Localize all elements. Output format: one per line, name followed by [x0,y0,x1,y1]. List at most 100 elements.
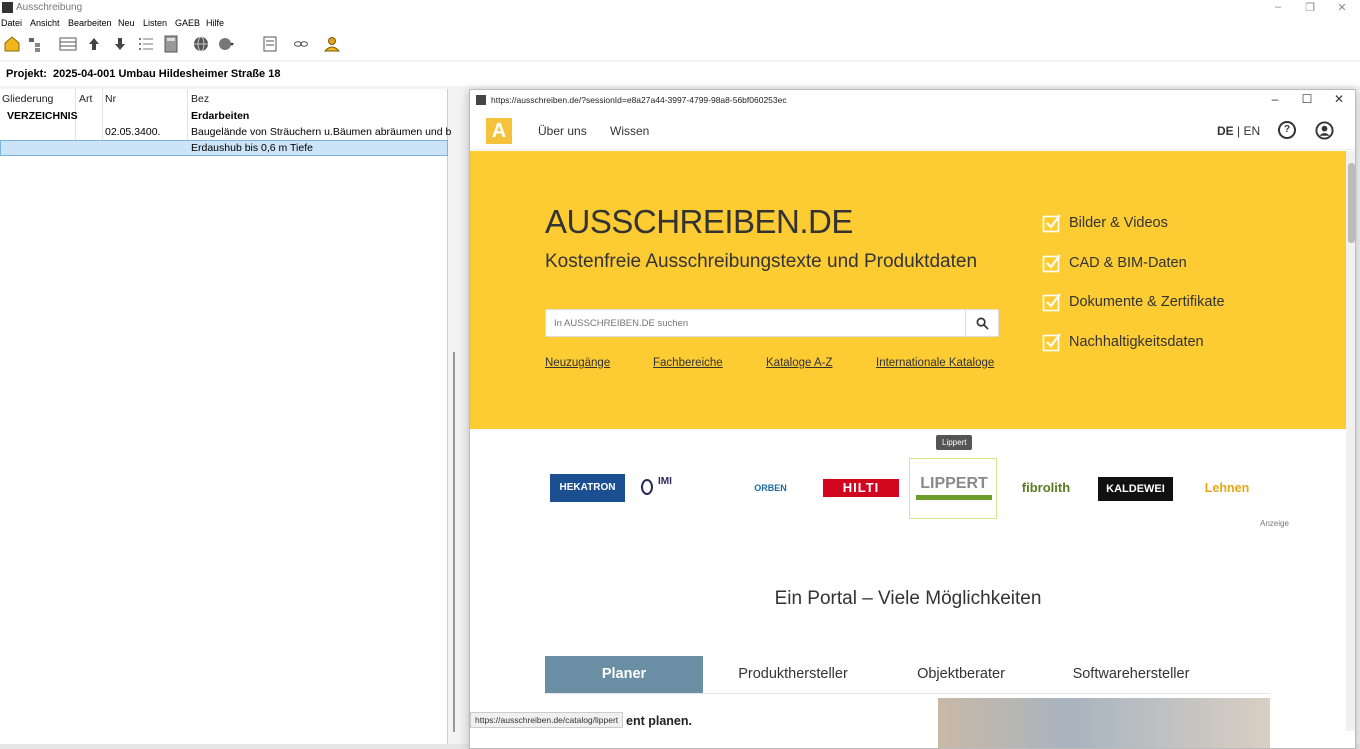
tree-icon[interactable] [26,35,44,53]
site-header: A Über uns Wissen DE | EN ? [470,110,1355,150]
brand-lehnen[interactable]: Lehnen [1192,474,1262,502]
menubar: Datei Ansicht Bearbeiten Neu Listen GAEB… [0,16,1360,30]
checkbox-check-icon [1042,254,1061,273]
popup-scrollbar[interactable] [1346,151,1355,731]
menu-datei[interactable]: Datei [1,18,22,28]
row-nr: 02.05.3400. [105,126,161,138]
globe-icon[interactable] [192,35,210,53]
project-bar: Projekt: 2025-04-001 Umbau Hildesheimer … [0,62,1360,86]
lang-en[interactable]: EN [1243,124,1260,138]
row-bez: Erdaushub bis 0,6 m Tiefe [191,142,313,154]
popup-titlebar: https://ausschreiben.de/?sessionId=e8a27… [470,90,1355,110]
tab-underline [545,693,1270,694]
lang-separator: | [1237,124,1241,138]
brand-kaldewei[interactable]: KALDEWEI [1098,477,1173,501]
restore-icon[interactable]: ❐ [1300,1,1320,14]
menu-listen[interactable]: Listen [143,18,167,28]
project-label: Projekt: [6,68,47,80]
brand-fibrolith[interactable]: fibrolith [1006,474,1086,502]
hero-title-tld: .DE [799,203,853,240]
globe-dropdown-icon[interactable] [217,35,235,53]
link-icon[interactable] [292,35,310,53]
tab-objektberater[interactable]: Objektberater [900,656,1022,693]
popup-url: https://ausschreiben.de/?sessionId=e8a27… [491,95,787,105]
checkbox-check-icon [1042,333,1061,352]
table-row-selected[interactable]: Erdaushub bis 0,6 m Tiefe [0,140,448,156]
link-kataloge-az[interactable]: Kataloge A-Z [766,357,832,369]
link-status-url: https://ausschreiben.de/catalog/lippert [470,712,624,728]
link-fachbereiche[interactable]: Fachbereiche [653,357,723,369]
move-up-icon[interactable] [85,35,103,53]
brand-tooltip: Lippert [936,435,973,450]
search-icon [976,317,989,330]
minimize-icon[interactable]: – [1264,92,1286,106]
project-value: 2025-04-001 Umbau Hildesheimer Straße 18 [53,68,281,80]
col-header-bez[interactable]: Bez [191,93,209,105]
hero-title: AUSSCHREIBEN.DE [545,203,853,241]
brand-lippert-bar [916,495,992,500]
nav-wissen[interactable]: Wissen [610,124,649,138]
row-bez: Baugelände von Sträuchern u.Bäumen abräu… [191,126,452,138]
lv-grid: Gliederung Art Nr Bez VERZEICHNIS Erdarb… [0,89,452,744]
hero-section: AUSSCHREIBEN.DE Kostenfreie Ausschreibun… [470,151,1346,429]
feature-label: Bilder & Videos [1069,215,1168,231]
tab-planer[interactable]: Planer [545,656,703,693]
table-row[interactable]: 02.05.3400. Baugelände von Sträuchern u.… [0,124,452,140]
maximize-icon[interactable]: ☐ [1296,92,1318,106]
export-icon[interactable] [262,35,280,53]
numbering-icon[interactable] [137,35,155,53]
link-neuzugaenge[interactable]: Neuzugänge [545,357,610,369]
app-titlebar: Ausschreibung – ❐ ✕ [0,0,1360,16]
brand-imi[interactable]: IMI [638,474,716,502]
feature-label: Dokumente & Zertifikate [1069,294,1225,310]
table-icon[interactable] [59,35,77,53]
link-internationale-kataloge[interactable]: Internationale Kataloge [876,357,994,369]
checkbox-check-icon [1042,214,1061,233]
tab-softwarehersteller[interactable]: Softwarehersteller [1055,656,1207,693]
col-header-art[interactable]: Art [79,93,92,105]
close-icon[interactable]: ✕ [1328,92,1350,106]
row-bez: Erdarbeiten [191,110,250,122]
brand-hekatron[interactable]: HEKATRON [550,474,625,502]
col-header-gliederung[interactable]: Gliederung [2,93,53,105]
browser-popup: https://ausschreiben.de/?sessionId=e8a27… [469,89,1356,749]
search-input[interactable] [546,310,966,336]
toolbar [0,30,1360,60]
account-icon[interactable] [1315,121,1334,140]
menu-neu[interactable]: Neu [118,18,135,28]
lang-de[interactable]: DE [1217,124,1234,138]
search-button[interactable] [965,310,998,336]
nav-ueber-uns[interactable]: Über uns [538,124,587,138]
brand-hilti[interactable]: HILTI [823,479,899,497]
hero-title-main: AUSSCHREIBEN [545,203,800,240]
menu-gaeb[interactable]: GAEB [175,18,200,28]
row-gliederung: VERZEICHNIS [7,110,78,122]
app-logo-icon [2,2,13,13]
splitter-handle[interactable] [453,352,455,732]
open-project-icon[interactable] [3,35,21,53]
calculator-icon[interactable] [162,35,180,53]
close-icon[interactable]: ✕ [1332,1,1352,14]
brand-imi-label: IMI [658,476,672,487]
hero-subtitle: Kostenfreie Ausschreibungstexte und Prod… [545,251,978,272]
menu-ansicht[interactable]: Ansicht [30,18,60,28]
brand-orben[interactable]: ORBEN [733,474,808,502]
favicon-icon [476,95,486,105]
checkbox-check-icon [1042,293,1061,312]
minimize-icon[interactable]: – [1268,1,1288,13]
col-header-nr[interactable]: Nr [105,93,116,105]
brand-lippert-card[interactable]: LIPPERT [909,458,997,519]
feature-label: CAD & BIM-Daten [1069,255,1187,271]
tab-produkthersteller[interactable]: Produkthersteller [720,656,866,693]
promo-image [938,698,1270,748]
site-logo[interactable]: A [486,118,512,144]
table-row[interactable]: VERZEICHNIS Erdarbeiten [0,108,448,124]
scrollbar-thumb[interactable] [1348,163,1355,243]
portal-heading: Ein Portal – Viele Möglichkeiten [774,588,1042,609]
move-down-icon[interactable] [111,35,129,53]
menu-hilfe[interactable]: Hilfe [206,18,224,28]
help-icon[interactable]: ? [1278,121,1296,139]
user-icon[interactable] [323,35,341,53]
promo-text: ent planen. [626,714,692,728]
menu-bearbeiten[interactable]: Bearbeiten [68,18,112,28]
